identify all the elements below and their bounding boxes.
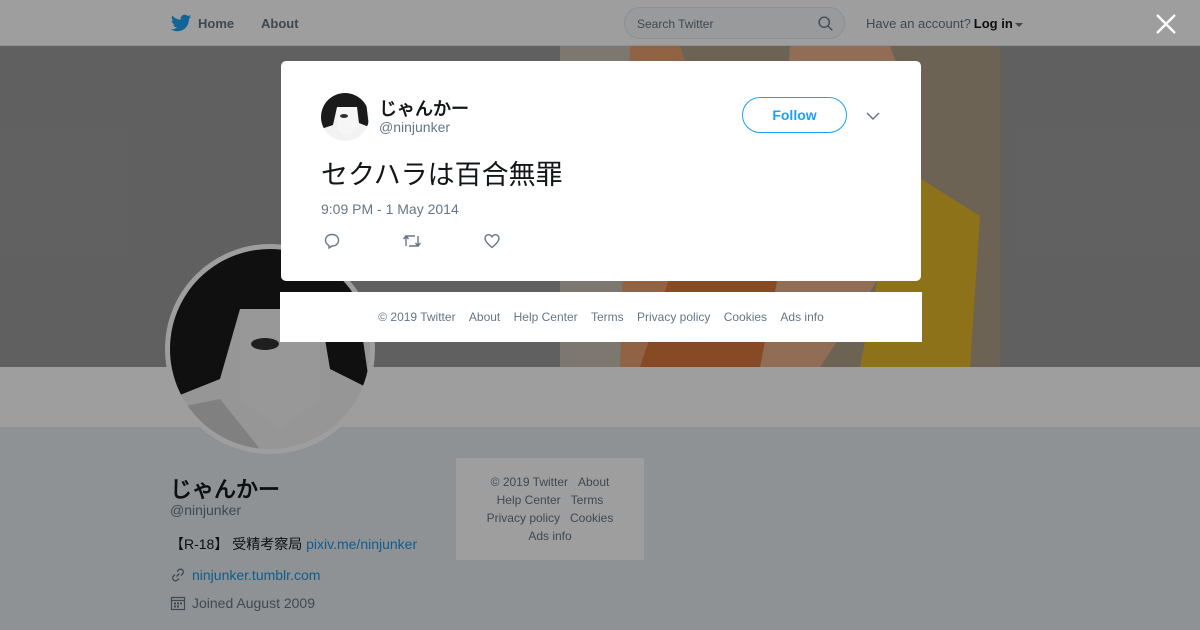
- tweet-author-name[interactable]: じゃんかー: [379, 95, 469, 121]
- modal-footer-terms-link[interactable]: Terms: [591, 310, 624, 324]
- close-icon[interactable]: [1155, 13, 1177, 35]
- modal-footer-copyright: © 2019 Twitter: [378, 310, 456, 324]
- reply-icon[interactable]: [323, 232, 341, 250]
- tweet-modal: じゃんかー @ninjunker Follow セクハラは百合無罪 9:09 P…: [281, 61, 921, 281]
- tweet-text: セクハラは百合無罪: [321, 160, 563, 190]
- modal-footer-about-link[interactable]: About: [469, 310, 500, 324]
- retweet-icon[interactable]: [402, 232, 422, 250]
- tweet-timestamp[interactable]: 9:09 PM - 1 May 2014: [321, 201, 459, 217]
- author-avatar-drawing: [321, 93, 369, 141]
- modal-footer-privacy-link[interactable]: Privacy policy: [637, 310, 710, 324]
- chevron-down-icon[interactable]: [866, 111, 880, 121]
- modal-footer-ads-link[interactable]: Ads info: [780, 310, 823, 324]
- follow-button[interactable]: Follow: [742, 97, 847, 133]
- modal-footer: © 2019 Twitter About Help Center Terms P…: [280, 292, 922, 342]
- modal-footer-cookies-link[interactable]: Cookies: [724, 310, 767, 324]
- tweet-author-avatar[interactable]: [321, 93, 369, 141]
- modal-footer-help-link[interactable]: Help Center: [514, 310, 578, 324]
- like-heart-icon[interactable]: [483, 232, 501, 250]
- tweet-author-handle[interactable]: @ninjunker: [379, 119, 450, 135]
